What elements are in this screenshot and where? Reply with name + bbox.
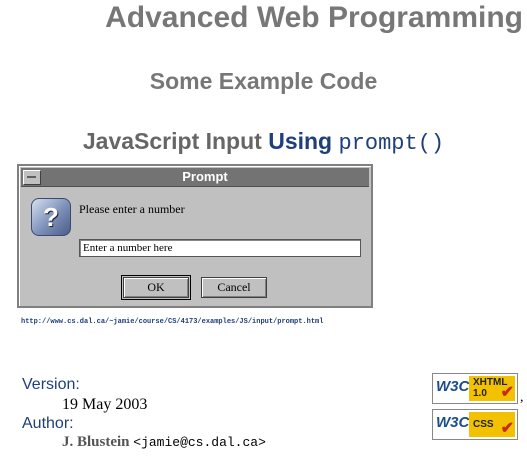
version-label: Version: — [22, 376, 80, 393]
w3c-logo: W3C — [436, 378, 470, 395]
checkmark-icon: ✔ — [500, 384, 514, 401]
cancel-button[interactable]: Cancel — [201, 277, 267, 298]
xhtml-badge-line2: 1.0 — [473, 388, 487, 399]
author-label: Author: — [22, 415, 74, 432]
ok-button[interactable]: OK — [121, 275, 191, 300]
number-input[interactable]: Enter a number here — [79, 239, 361, 257]
css-badge-text: CSS — [473, 419, 494, 430]
system-menu-icon[interactable] — [23, 170, 41, 185]
checkmark-icon: ✔ — [500, 420, 514, 437]
w3c-logo: W3C — [436, 414, 470, 431]
prompt-dialog-screenshot: Prompt ? Please enter a number Enter a n… — [17, 164, 373, 308]
valid-xhtml-badge[interactable]: W3C XHTML 1.0 ✔ — [432, 373, 518, 404]
author-email-link[interactable]: <jamie@cs.dal.ca> — [133, 435, 266, 450]
section-heading-prefix: JavaScript Input — [82, 128, 262, 154]
section-heading-code: prompt() — [338, 131, 445, 156]
dialog-title: Prompt — [182, 169, 228, 184]
page-subtitle: Some Example Code — [149, 68, 378, 94]
version-value: 19 May 2003 — [62, 396, 148, 413]
section-heading: JavaScript Input Using prompt() — [0, 126, 527, 159]
valid-css-badge[interactable]: W3C CSS ✔ — [432, 409, 518, 440]
badge-separator: , — [520, 390, 524, 405]
dialog-message: Please enter a number — [79, 202, 185, 216]
page-title: Advanced Web Programming — [105, 1, 523, 34]
author-name: J. Blustein — [62, 434, 130, 450]
question-icon: ? — [31, 198, 71, 236]
example-url-link[interactable]: http://www.cs.dal.ca/~jamie/course/CS/41… — [21, 318, 323, 326]
dialog-titlebar: Prompt — [21, 168, 369, 187]
section-heading-using: Using — [268, 128, 333, 154]
author-value: J. Blustein <jamie@cs.dal.ca> — [62, 434, 266, 451]
